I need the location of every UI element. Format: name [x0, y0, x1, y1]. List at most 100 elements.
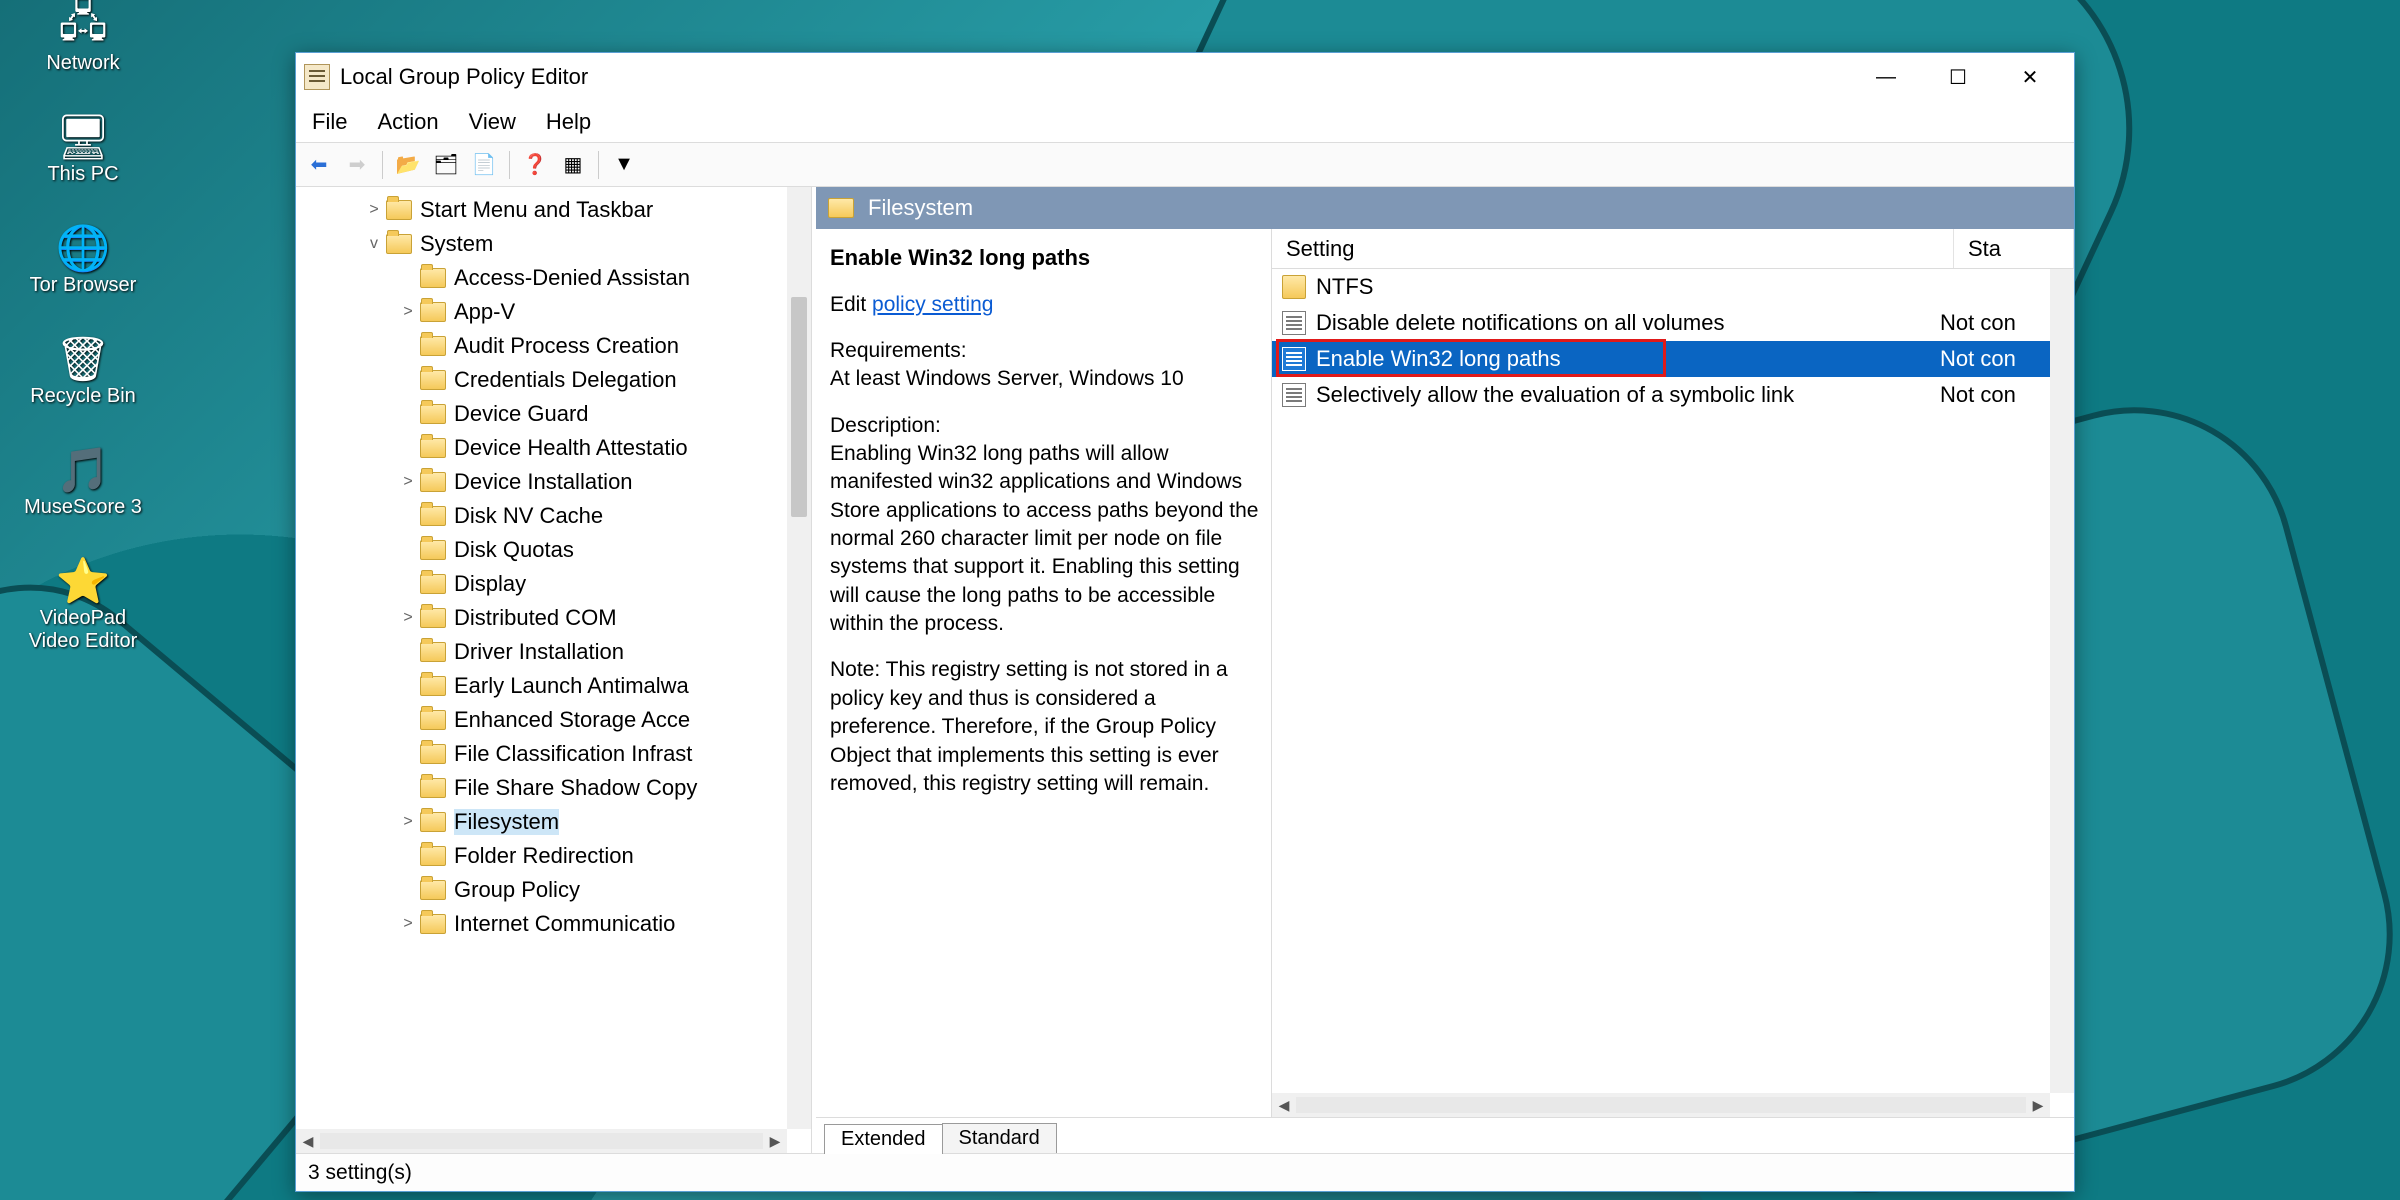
col-state[interactable]: Sta	[1954, 229, 2074, 268]
folder-icon	[420, 812, 446, 832]
list-row[interactable]: NTFS	[1272, 269, 2050, 305]
tree-node[interactable]: File Classification Infrast	[302, 737, 787, 771]
up-folder-icon[interactable]: 📂	[391, 148, 425, 182]
tab-standard[interactable]: Standard	[942, 1123, 1057, 1153]
folder-icon	[1282, 275, 1306, 299]
list-vscrollbar[interactable]	[2050, 269, 2074, 1093]
expand-icon[interactable]: >	[396, 915, 420, 933]
tree-node[interactable]: >Device Installation	[302, 465, 787, 499]
tree-node[interactable]: File Share Shadow Copy	[302, 771, 787, 805]
desktop-icon-label: VideoPadVideo Editor	[29, 607, 138, 653]
menu-action[interactable]: Action	[377, 109, 438, 135]
window-title: Local Group Policy Editor	[340, 64, 588, 90]
filter-icon[interactable]: ▼	[607, 148, 641, 182]
gpedit-window: Local Group Policy Editor — ☐ ✕ File Acti…	[295, 52, 2075, 1192]
tree-node[interactable]: Folder Redirection	[302, 839, 787, 873]
folder-icon	[420, 880, 446, 900]
folder-icon	[420, 710, 446, 730]
tree-node[interactable]: Enhanced Storage Acce	[302, 703, 787, 737]
tree-node[interactable]: >Filesystem	[302, 805, 787, 839]
list-row[interactable]: Enable Win32 long pathsNot con	[1272, 341, 2050, 377]
expand-icon[interactable]: >	[396, 813, 420, 831]
desktop-icon-network[interactable]: 🖧Network	[8, 0, 158, 75]
network-icon: 🖧	[51, 0, 115, 52]
desktop-icon-label: MuseScore 3	[24, 496, 142, 519]
setting-name: Selectively allow the evaluation of a sy…	[1316, 382, 1930, 408]
this-pc-icon: 🖥	[51, 111, 115, 163]
tree-node[interactable]: Group Policy	[302, 873, 787, 907]
folder-icon	[420, 608, 446, 628]
desktop-icon-tor-browser[interactable]: 🌐Tor Browser	[8, 222, 158, 297]
export-list-icon[interactable]: 📄	[467, 148, 501, 182]
titlebar[interactable]: Local Group Policy Editor — ☐ ✕	[296, 53, 2074, 101]
tree-node[interactable]: Early Launch Antimalwa	[302, 669, 787, 703]
tree-node[interactable]: > Distributed COM	[302, 601, 787, 635]
desktop-icon-recycle-bin[interactable]: 🗑Recycle Bin	[8, 333, 158, 408]
folder-icon	[420, 744, 446, 764]
properties-icon[interactable]: ▦	[556, 148, 590, 182]
musescore-icon: 🎵	[51, 444, 115, 496]
desktop-icon-musescore[interactable]: 🎵MuseScore 3	[8, 444, 158, 519]
list-hscrollbar[interactable]: ◀▶	[1272, 1093, 2050, 1117]
tree-node[interactable]: Disk Quotas	[302, 533, 787, 567]
expand-icon[interactable]: v	[362, 235, 386, 253]
forward-icon[interactable]: ➡	[340, 148, 374, 182]
folder-icon	[420, 370, 446, 390]
desktop-icon-label: Network	[46, 52, 119, 75]
tree-node[interactable]: >Start Menu and Taskbar	[302, 193, 787, 227]
tree-vscrollbar[interactable]	[787, 187, 811, 1129]
folder-icon	[420, 268, 446, 288]
close-button[interactable]: ✕	[1994, 55, 2066, 99]
tree-label: Distributed COM	[454, 605, 617, 631]
toolbar: ⬅➡ 📂🗂📄 ❓▦ ▼	[296, 143, 2074, 187]
list-row[interactable]: Selectively allow the evaluation of a sy…	[1272, 377, 2050, 413]
minimize-button[interactable]: —	[1850, 55, 1922, 99]
menu-file[interactable]: File	[312, 109, 347, 135]
policy-setting-icon	[1282, 347, 1306, 371]
videopad-icon: ⭐	[51, 555, 115, 607]
list-row[interactable]: Disable delete notifications on all volu…	[1272, 305, 2050, 341]
view-tabs: ExtendedStandard	[816, 1117, 2074, 1153]
col-setting[interactable]: Setting	[1272, 229, 1954, 268]
expand-icon[interactable]: >	[396, 303, 420, 321]
help-icon[interactable]: ❓	[518, 148, 552, 182]
folder-icon	[420, 336, 446, 356]
tree-node[interactable]: v System	[302, 227, 787, 261]
tree-label: Early Launch Antimalwa	[454, 673, 689, 699]
folder-icon	[420, 642, 446, 662]
folder-icon	[420, 438, 446, 458]
folder-icon	[420, 676, 446, 696]
tree-node[interactable]: Disk NV Cache	[302, 499, 787, 533]
tree-node[interactable]: >Internet Communicatio	[302, 907, 787, 941]
expand-icon[interactable]: >	[396, 609, 420, 627]
maximize-button[interactable]: ☐	[1922, 55, 1994, 99]
tree-node[interactable]: Audit Process Creation	[302, 329, 787, 363]
tree-label: Audit Process Creation	[454, 333, 679, 359]
tree-node[interactable]: Device Guard	[302, 397, 787, 431]
desktop-icon-this-pc[interactable]: 🖥This PC	[8, 111, 158, 186]
expand-icon[interactable]: >	[362, 201, 386, 219]
menu-help[interactable]: Help	[546, 109, 591, 135]
desktop-icon-videopad[interactable]: ⭐VideoPadVideo Editor	[8, 555, 158, 653]
edit-policy-link[interactable]: policy setting	[872, 293, 993, 316]
expand-icon[interactable]: >	[396, 473, 420, 491]
show-tree-icon[interactable]: 🗂	[429, 148, 463, 182]
tree-node[interactable]: Credentials Delegation	[302, 363, 787, 397]
setting-name: Enable Win32 long paths	[1316, 346, 1930, 372]
statusbar: 3 setting(s)	[296, 1153, 2074, 1191]
back-icon[interactable]: ⬅	[302, 148, 336, 182]
toolbar-separator	[509, 151, 510, 179]
folder-icon	[828, 198, 854, 218]
tree-node[interactable]: Device Health Attestatio	[302, 431, 787, 465]
tree-node[interactable]: Access-Denied Assistan	[302, 261, 787, 295]
menu-view[interactable]: View	[469, 109, 516, 135]
tree-node[interactable]: Display	[302, 567, 787, 601]
tree-node[interactable]: >App-V	[302, 295, 787, 329]
tree-node[interactable]: Driver Installation	[302, 635, 787, 669]
tree-hscrollbar[interactable]: ◀▶	[296, 1129, 787, 1153]
list-header[interactable]: Setting Sta	[1272, 229, 2074, 269]
tab-extended[interactable]: Extended	[824, 1124, 943, 1154]
category-header: Filesystem	[816, 187, 2074, 229]
tree-label: System	[420, 231, 493, 257]
desktop-icon-label: This PC	[47, 163, 118, 186]
